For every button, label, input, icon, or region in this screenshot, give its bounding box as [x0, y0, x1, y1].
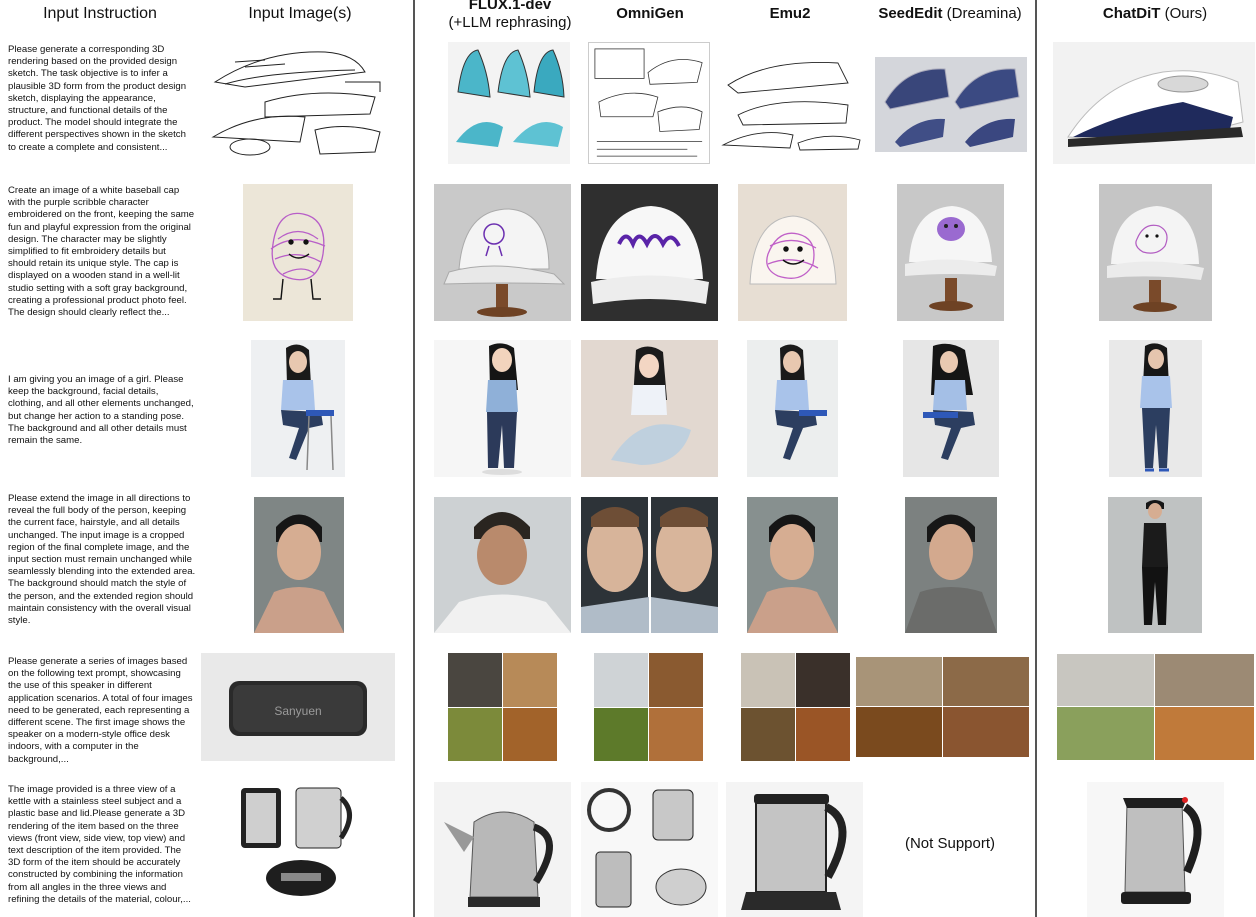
row-1-seededit-output: [875, 57, 1027, 152]
row-4-emu2-output: [747, 497, 838, 633]
row-2-omnigen-output: [581, 184, 718, 321]
chatdit-scene-living: [1155, 654, 1254, 706]
row-5-instruction: Please generate a series of images based…: [8, 656, 193, 765]
row-6-omnigen-output: [581, 782, 718, 917]
row-4-flux-output: [434, 497, 571, 633]
row-4-seededit-output: [905, 497, 997, 633]
row-5-flux-output: [448, 653, 557, 761]
row-3-chatdit-output: [1109, 340, 1202, 477]
row-6-seededit-not-supported: (Not Support): [904, 835, 996, 852]
header-flux-name: FLUX.1-dev: [468, 0, 552, 13]
row-1-input-sketch: [205, 42, 390, 164]
flux-scene-table: [503, 708, 557, 761]
emu2-scene-forest: [741, 708, 795, 761]
emu2-scene-table: [796, 708, 850, 761]
row-6-flux-output: [434, 782, 571, 917]
row-6-emu2-output: [726, 782, 863, 917]
row-5-chatdit-output: [1057, 654, 1254, 760]
omnigen-scene-living: [649, 653, 703, 707]
omnigen-scene-office: [594, 653, 648, 707]
divider-inputs: [413, 0, 415, 917]
header-seededit: SeedEdit (Dreamina): [860, 5, 1040, 23]
row-2-chatdit-output: [1099, 184, 1212, 321]
seededit-scene-forest: [856, 707, 942, 757]
row-3-instruction: I am giving you an image of a girl. Plea…: [8, 374, 194, 447]
row-2-input-scribble: [243, 184, 353, 321]
row-1-instruction: Please generate a corresponding 3D rende…: [8, 44, 187, 153]
omnigen-scene-forest: [594, 708, 648, 761]
flux-scene-office: [448, 653, 502, 707]
header-chatdit: ChatDiT (Ours): [1070, 5, 1240, 23]
header-omnigen-name: OmniGen: [616, 5, 684, 22]
header-emu2-name: Emu2: [769, 5, 811, 22]
row-2-flux-output: [434, 184, 571, 321]
seededit-scene-office: [856, 657, 942, 706]
seededit-scene-table: [943, 707, 1029, 757]
row-4-instruction: Please extend the image in all direction…: [8, 493, 196, 627]
speaker-brand-text: Sanyuen: [274, 704, 321, 718]
row-2-instruction: Create an image of a white baseball cap …: [8, 185, 195, 319]
row-3-seededit-output: [903, 340, 999, 477]
seededit-scene-living: [943, 657, 1029, 706]
chatdit-scene-forest: [1057, 707, 1154, 760]
omnigen-scene-table: [649, 708, 703, 761]
row-6-input-kettle-views: [236, 783, 362, 901]
row-1-chatdit-output: [1053, 42, 1255, 164]
row-3-omnigen-output: [581, 340, 718, 477]
header-emu2: Emu2: [720, 5, 860, 23]
header-flux: FLUX.1-dev (+LLM rephrasing): [430, 0, 590, 32]
row-5-omnigen-output: [594, 653, 703, 761]
row-1-flux-output: [448, 42, 570, 164]
row-5-seededit-output: [856, 657, 1029, 757]
flux-scene-forest: [448, 708, 502, 761]
emu2-scene-living: [796, 653, 850, 707]
row-6-chatdit-output: [1087, 782, 1224, 917]
row-4-input-face: [254, 497, 344, 633]
row-4-omnigen-output: [581, 497, 718, 633]
header-input-images: Input Image(s): [248, 5, 352, 22]
header-seededit-sub: (Dreamina): [942, 5, 1022, 22]
row-2-seededit-output: [897, 184, 1004, 321]
header-flux-sub: (+LLM rephrasing): [448, 14, 572, 31]
row-6-instruction: The image provided is a three view of a …: [8, 784, 191, 905]
row-1-emu2-output: [718, 55, 866, 152]
header-chatdit-sub: (Ours): [1160, 5, 1208, 22]
flux-scene-living: [503, 653, 557, 707]
row-4-chatdit-output: [1108, 497, 1202, 633]
header-chatdit-name: ChatDiT: [1102, 5, 1161, 22]
row-5-emu2-output: [741, 653, 850, 761]
header-input-instruction: Input Instruction: [43, 5, 157, 22]
chatdit-scene-office: [1057, 654, 1154, 706]
divider-ours: [1035, 0, 1037, 917]
row-3-input-girl: [251, 340, 345, 477]
row-1-omnigen-output: [588, 42, 710, 164]
header-seededit-name: SeedEdit: [878, 5, 943, 22]
emu2-scene-office: [741, 653, 795, 707]
row-3-emu2-output: [747, 340, 838, 477]
chatdit-scene-table: [1155, 707, 1254, 760]
row-3-flux-output: [434, 340, 571, 477]
row-2-emu2-output: [738, 184, 847, 321]
row-5-input-speaker: Sanyuen: [201, 653, 395, 761]
header-omnigen: OmniGen: [580, 5, 720, 23]
